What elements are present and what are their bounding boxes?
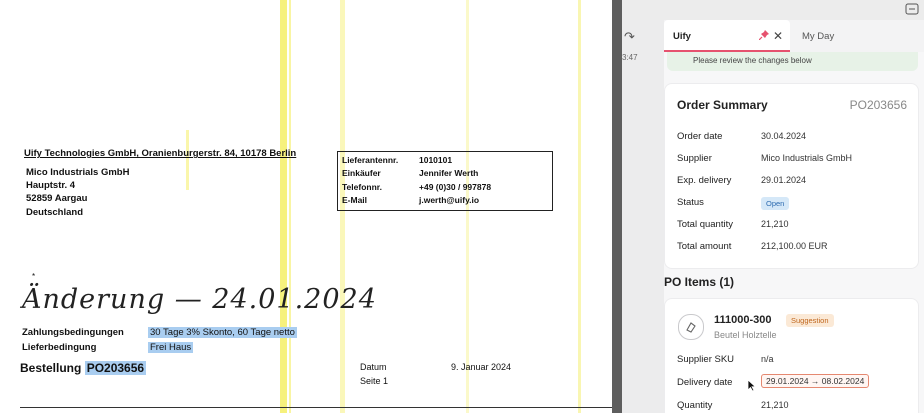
status-label: Status	[677, 197, 704, 208]
supplier-label: Supplier	[677, 153, 712, 164]
status-badge: Open	[761, 197, 790, 210]
clock-fragment: 3:47	[622, 53, 638, 62]
order-heading: Bestellung PO203656	[20, 361, 147, 375]
order-summary-po-number: PO203656	[849, 98, 907, 112]
supplier-value: Mico Industrials GmbH	[761, 153, 853, 163]
order-summary-title: Order Summary	[677, 98, 768, 112]
order-label: Bestellung	[20, 361, 82, 375]
delivery-terms-highlight: Frei Haus	[148, 342, 194, 353]
quantity-label: Quantity	[677, 400, 713, 411]
date-label: Datum	[360, 362, 387, 372]
tab-uify[interactable]: Uify ✕	[664, 20, 790, 52]
info-value: +49 (0)30 / 997878	[419, 182, 492, 192]
address-line: Mico Industrials GmbH	[26, 167, 130, 178]
cursor-icon	[747, 379, 757, 392]
total-quantity-value: 21,210	[761, 219, 789, 229]
info-label: Einkäufer	[342, 168, 381, 178]
sender-line: Uify Technologies GmbH, Oranienburgerstr…	[24, 148, 297, 159]
order-summary-card: Order Summary PO203656 Order date 30.04.…	[665, 84, 918, 268]
scan-stripe	[289, 0, 291, 413]
delivery-date-label: Delivery date	[677, 377, 733, 388]
address-line: Hauptstr. 4	[26, 180, 76, 191]
side-panel-content: Please review the changes below Order Su…	[664, 52, 924, 413]
info-label: Lieferantennr.	[342, 155, 399, 165]
redo-icon[interactable]: ↷	[624, 29, 635, 45]
exp-delivery-value: 29.01.2024	[761, 175, 807, 185]
split-divider[interactable]	[612, 0, 622, 413]
delivery-date-change[interactable]: 29.01.2024 → 08.02.2024	[761, 374, 870, 388]
item-box-icon	[678, 314, 704, 340]
address-line: Deutschland	[26, 207, 84, 218]
payment-terms-highlight: 30 Tage 3% Skonto, 60 Tage netto	[148, 327, 297, 338]
left-toolbar: ↷ 3:47	[622, 20, 664, 413]
total-amount-label: Total amount	[677, 241, 732, 252]
document-viewer: * Uify Technologies GmbH, Oranienburgers…	[0, 0, 612, 413]
payment-terms-label: Zahlungsbedingungen	[22, 327, 124, 338]
quantity-value: 21,210	[761, 400, 789, 410]
total-quantity-label: Total quantity	[677, 219, 733, 230]
uify-app: ↷ 3:47 Uify ✕ My Day Please review the c…	[622, 0, 924, 413]
tab-label: Uify	[673, 31, 691, 42]
info-value: j.werth@uify.io	[419, 195, 480, 205]
stray-mark: *	[32, 272, 36, 281]
tab-bar: Uify ✕ My Day	[664, 20, 924, 52]
info-label: E-Mail	[342, 195, 368, 205]
total-amount-value: 212,100.00 EUR	[761, 241, 828, 251]
supplier-sku-label: Supplier SKU	[677, 354, 735, 365]
supplier-sku-value: n/a	[761, 354, 774, 364]
payment-terms-value: 30 Tage 3% Skonto, 60 Tage netto	[148, 327, 297, 338]
page-label: Seite 1	[360, 376, 389, 386]
pin-icon[interactable]	[759, 30, 769, 40]
info-value: 1010101	[419, 155, 453, 165]
suggestion-badge: Suggestion	[786, 314, 834, 327]
po-item-card[interactable]: 111000-300 Suggestion Beutel Holztelle S…	[665, 299, 918, 413]
address-line: 52859 Aargau	[26, 193, 88, 204]
scan-stripe	[186, 130, 189, 190]
info-label: Telefonnr.	[342, 182, 382, 192]
item-description: Beutel Holztelle	[714, 330, 777, 340]
item-sku: 111000-300	[714, 314, 772, 326]
delivery-terms-value: Frei Haus	[148, 342, 194, 353]
banner-text: Please review the changes below	[693, 56, 812, 65]
order-number: PO203656	[84, 361, 147, 375]
order-date-value: 30.04.2024	[761, 131, 807, 141]
document-divider	[20, 407, 612, 408]
close-icon[interactable]: ✕	[773, 29, 783, 43]
date-value: 9. Januar 2024	[451, 362, 512, 372]
po-items-heading: PO Items (1)	[664, 275, 735, 289]
delivery-terms-label: Lieferbedingung	[22, 342, 97, 353]
scan-stripe	[280, 0, 287, 413]
collapse-icon[interactable]	[905, 3, 919, 15]
order-date-label: Order date	[677, 131, 723, 142]
handwritten-note: Änderung — 24.01.2024	[22, 284, 377, 315]
review-banner: Please review the changes below	[667, 52, 918, 71]
tab-label: My Day	[802, 31, 835, 42]
info-value: Jennifer Werth	[419, 168, 479, 178]
exp-delivery-label: Exp. delivery	[677, 175, 732, 186]
scan-stripe	[578, 0, 581, 413]
window-top-strip	[622, 0, 924, 20]
